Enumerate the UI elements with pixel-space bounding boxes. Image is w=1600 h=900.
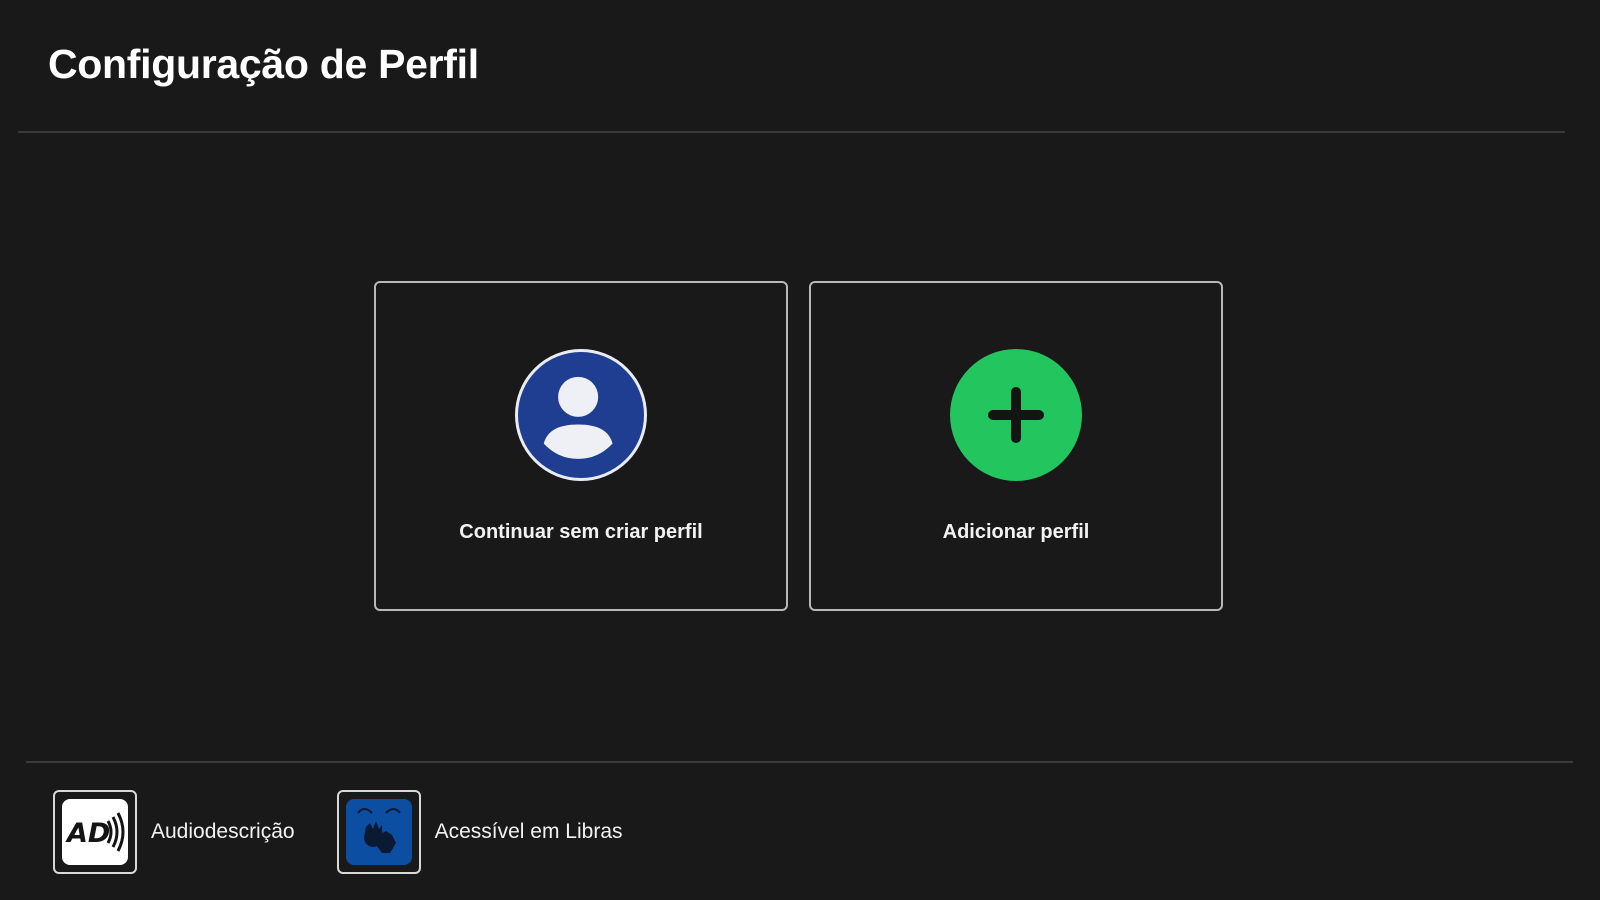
page-title: Configuração de Perfil [48,41,479,87]
continue-without-profile-card[interactable]: Continuar sem criar perfil [374,281,788,611]
audio-description-label: Audiodescrição [151,820,295,843]
profile-setup-screen: Configuração de Perfil Continuar sem cri… [0,0,1600,900]
profile-options: Continuar sem criar perfil Adicionar per… [374,281,1223,611]
audio-description-toggle[interactable]: AD Audiodescrição [53,790,295,874]
libras-toggle[interactable]: Acessível em Libras [336,790,623,874]
plus-icon [988,387,1044,443]
header-divider [18,131,1565,133]
sign-language-icon [345,799,412,865]
add-profile-button[interactable] [950,349,1082,481]
footer-divider [26,761,1573,763]
audio-description-badge-text: AD [65,818,110,849]
add-profile-label: Adicionar perfil [942,521,1090,543]
continue-without-profile-label: Continuar sem criar perfil [459,521,703,543]
audio-description-icon: AD [62,799,128,865]
accessibility-footer: AD Audiodescrição Acessível em Libras [53,790,665,874]
user-avatar-icon [515,349,647,481]
libras-label: Acessível em Libras [434,820,623,843]
libras-badge [336,790,421,874]
audio-description-badge: AD [53,790,137,874]
add-profile-card[interactable]: Adicionar perfil [809,281,1223,611]
